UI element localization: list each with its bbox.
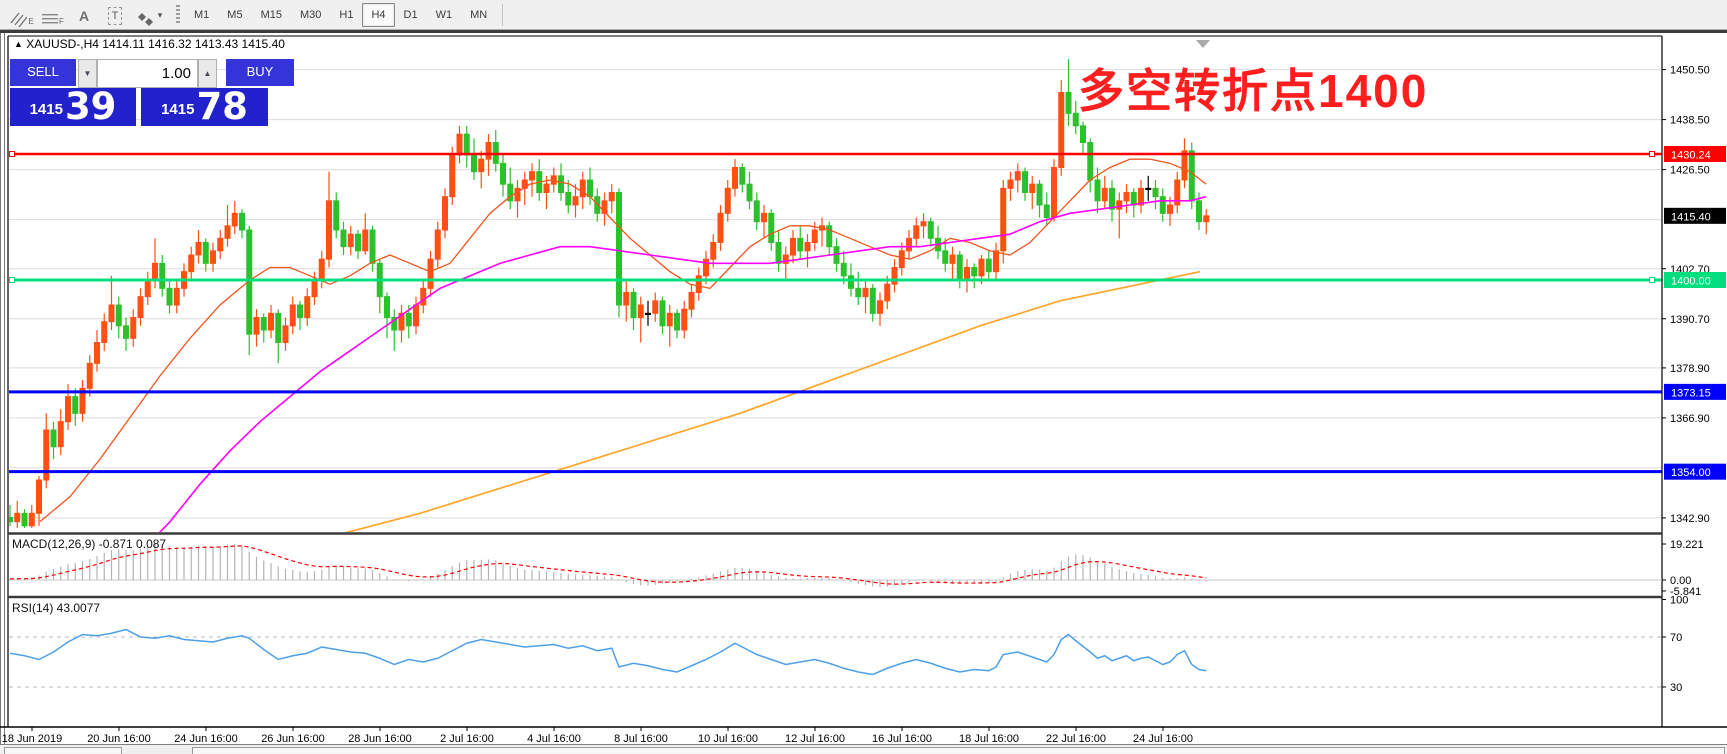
chart-window: 1450.501438.501426.501402.701390.701378.… bbox=[0, 33, 1727, 754]
volume-input[interactable] bbox=[97, 59, 198, 88]
sell-button[interactable]: SELL bbox=[10, 59, 76, 88]
rsi-tick-label: 30 bbox=[1670, 682, 1682, 694]
chart-tab-bar bbox=[0, 744, 1727, 754]
timeframe-buttons: M1M5M15M30H1H4D1W1MN bbox=[185, 3, 496, 27]
macd-indicator-label: MACD(12,26,9) -0.871 0.087 bbox=[12, 537, 166, 551]
collapse-triangle-icon: ▲ bbox=[14, 39, 23, 49]
price-badge: 1430.24 bbox=[1671, 150, 1711, 162]
sell-price-small: 1415 bbox=[30, 95, 63, 125]
toolbar: E F A T ▾ M1M5M15M30H1H4D1W1MN bbox=[0, 0, 1727, 30]
macd-signal-line bbox=[10, 546, 1206, 584]
rsi-indicator-label: RSI(14) 43.0077 bbox=[12, 601, 100, 615]
tool-letter: E bbox=[28, 17, 33, 27]
rsi-tick-label: 100 bbox=[1670, 595, 1688, 607]
candles bbox=[8, 59, 1209, 528]
ma-slow bbox=[340, 272, 1200, 535]
ohlc-values: 1414.11 1416.32 1413.43 1415.40 bbox=[102, 37, 285, 51]
chart-tab[interactable] bbox=[4, 747, 122, 754]
toolbar-separator bbox=[502, 4, 503, 26]
buy-price-display[interactable]: 1415 78 bbox=[141, 88, 268, 126]
price-tick-label: 1342.90 bbox=[1670, 513, 1710, 525]
equidistant-channel-icon bbox=[10, 11, 27, 27]
tf-button-D1[interactable]: D1 bbox=[395, 3, 427, 27]
symbol-period-label: XAUUSD-,H4 bbox=[26, 37, 99, 51]
price-badge: 1400.00 bbox=[1671, 276, 1711, 288]
price-tick-label: 1450.50 bbox=[1670, 65, 1710, 77]
buy-price-big: 78 bbox=[196, 89, 248, 125]
price-tick-label: 1366.90 bbox=[1670, 413, 1710, 425]
buy-price-small: 1415 bbox=[161, 95, 194, 125]
price-badge: 1354.00 bbox=[1671, 467, 1711, 479]
chart-symbol-header: ▲ XAUUSD-,H4 1414.11 1416.32 1413.43 141… bbox=[14, 37, 285, 51]
price-tick-label: 1390.70 bbox=[1670, 314, 1710, 326]
equidistant-channel-tool-button[interactable]: E bbox=[8, 3, 36, 27]
tool-letter: F bbox=[59, 17, 64, 27]
sell-price-big: 39 bbox=[65, 89, 117, 125]
ma-mid bbox=[138, 197, 1206, 555]
tf-button-MN[interactable]: MN bbox=[461, 3, 496, 27]
price-tick-label: 1378.90 bbox=[1670, 363, 1710, 375]
arrow-objects-button[interactable]: ▾ bbox=[132, 3, 168, 27]
volume-increase-button[interactable]: ▲ bbox=[198, 59, 217, 88]
price-badge: 1415.40 bbox=[1671, 211, 1711, 223]
price-tick-label: 1438.50 bbox=[1670, 115, 1710, 127]
price-badge: 1373.15 bbox=[1671, 387, 1711, 399]
rsi-line bbox=[10, 630, 1206, 675]
tf-button-M1[interactable]: M1 bbox=[185, 3, 218, 27]
one-click-trade-panel: SELL ▼ ▲ BUY 1415 39 1415 78 bbox=[8, 57, 296, 128]
price-tick-label: 1426.50 bbox=[1670, 165, 1710, 177]
text-label-icon: T bbox=[108, 7, 123, 25]
macd-tick-label: 19.221 bbox=[1670, 539, 1704, 551]
trading-terminal: E F A T ▾ M1M5M15M30H1H4D1W1MN bbox=[0, 0, 1727, 754]
toolbar-grip[interactable] bbox=[176, 5, 180, 25]
fibonacci-tool-button[interactable]: F bbox=[39, 3, 67, 27]
buy-button[interactable]: BUY bbox=[226, 59, 294, 88]
tf-button-M5[interactable]: M5 bbox=[218, 3, 251, 27]
price-chart-canvas[interactable]: 1450.501438.501426.501402.701390.701378.… bbox=[0, 33, 1727, 754]
volume-decrease-button[interactable]: ▼ bbox=[78, 59, 97, 88]
text-label-tool-button[interactable]: T bbox=[101, 3, 129, 27]
text-tool-button[interactable]: A bbox=[70, 3, 98, 27]
tf-button-M15[interactable]: M15 bbox=[252, 3, 291, 27]
chart-shift-marker bbox=[1196, 40, 1210, 48]
chevron-down-icon: ▾ bbox=[158, 3, 163, 27]
fibonacci-icon bbox=[42, 13, 58, 27]
tf-button-H4[interactable]: H4 bbox=[362, 3, 394, 27]
chart-annotation-text: 多空转折点1400 bbox=[1078, 55, 1428, 121]
tf-button-H1[interactable]: H1 bbox=[330, 3, 362, 27]
chart-tab-row[interactable] bbox=[192, 747, 1725, 754]
arrow-objects-icon bbox=[138, 11, 156, 27]
tf-button-W1[interactable]: W1 bbox=[427, 3, 462, 27]
tf-button-M30[interactable]: M30 bbox=[291, 3, 330, 27]
text-tool-icon: A bbox=[79, 5, 89, 27]
rsi-tick-label: 70 bbox=[1670, 632, 1682, 644]
sell-price-display[interactable]: 1415 39 bbox=[10, 88, 136, 126]
